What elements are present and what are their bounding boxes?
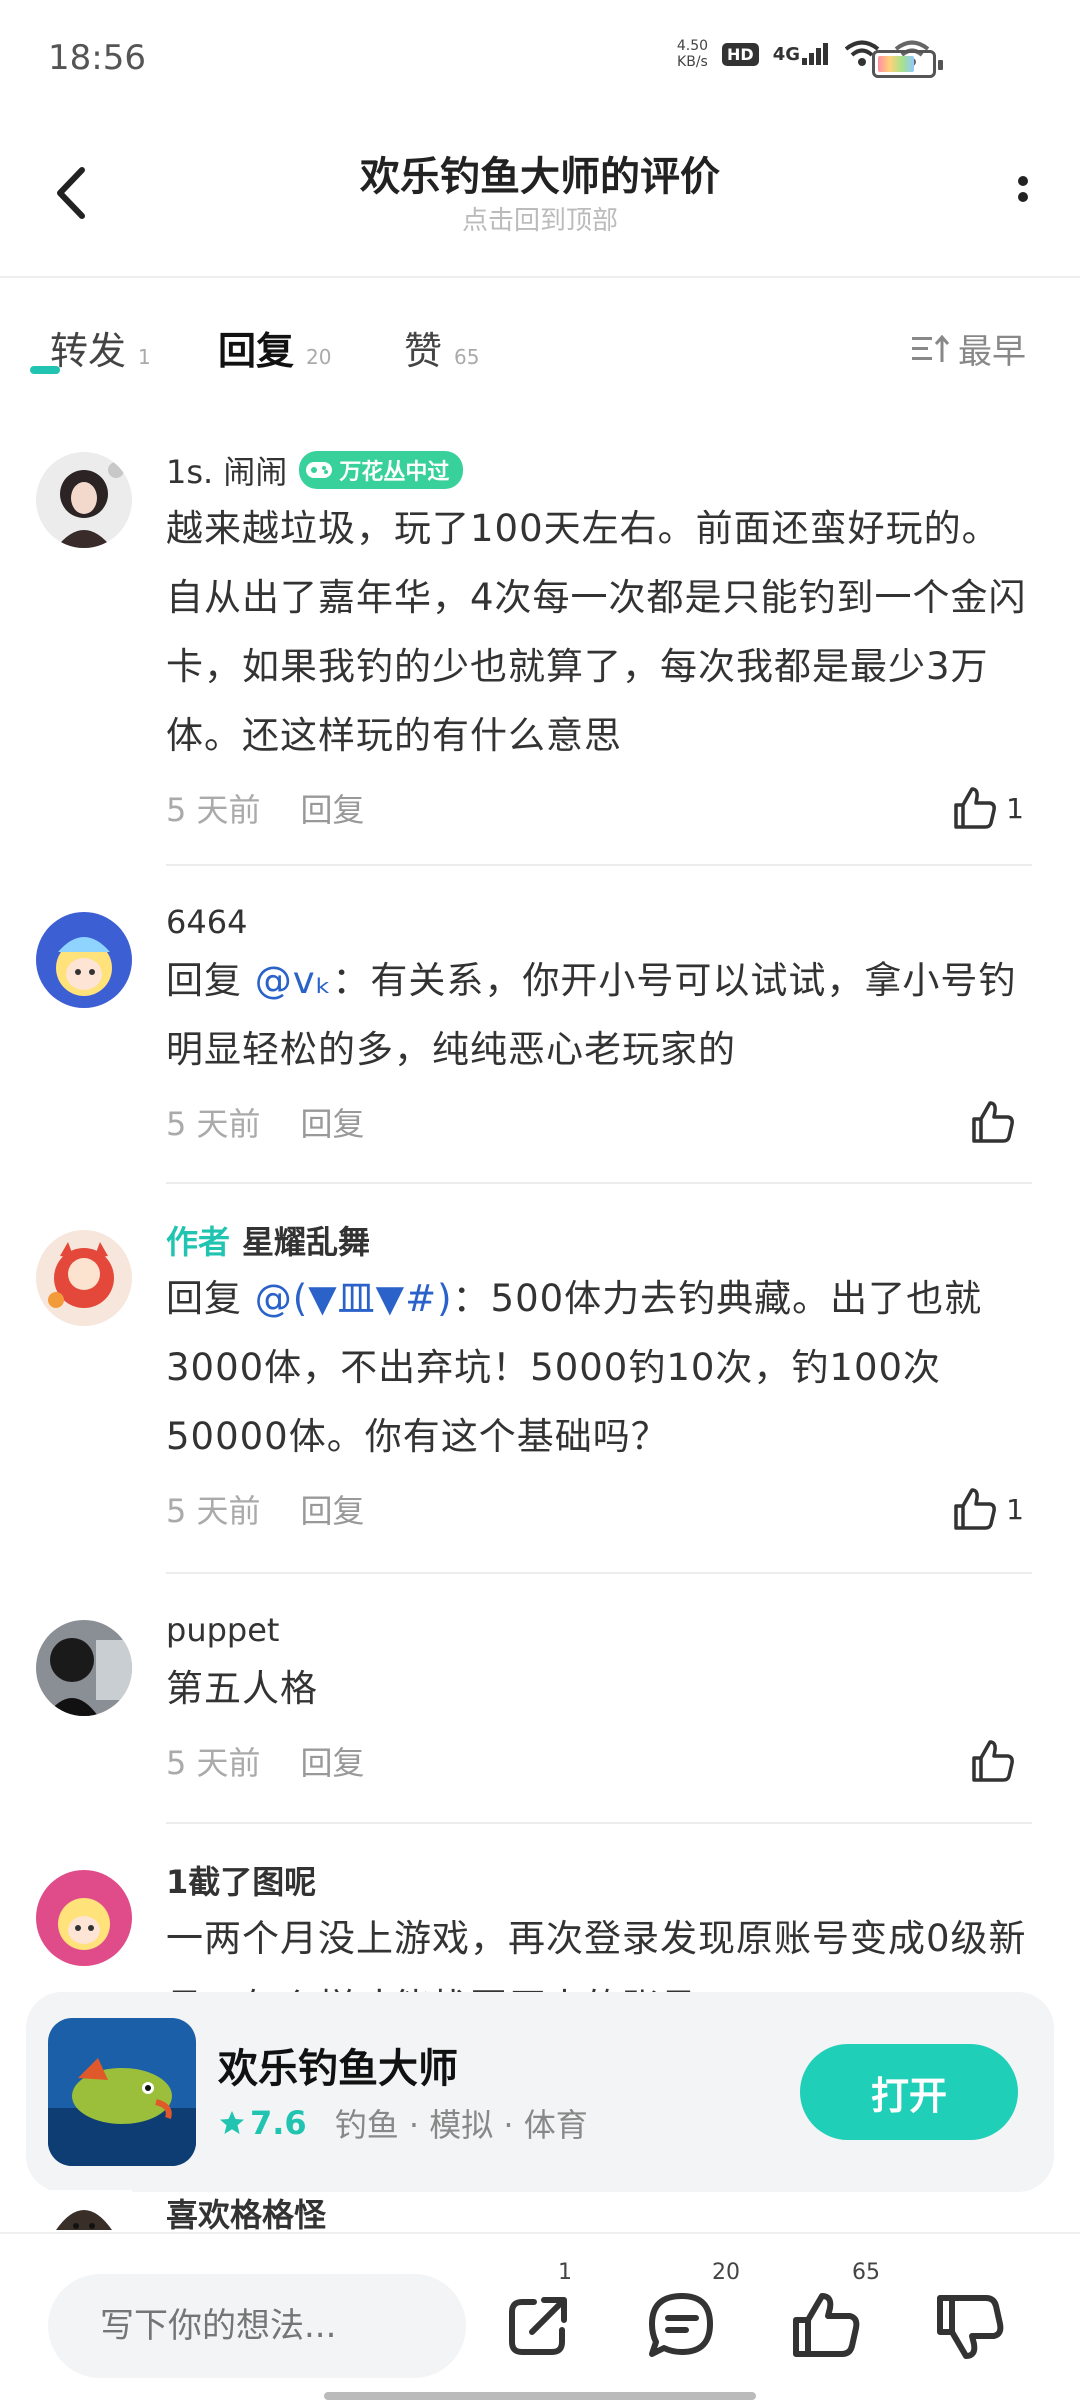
avatar[interactable] — [36, 1870, 132, 1966]
dislike-button[interactable] — [930, 2286, 1010, 2366]
share-icon — [509, 2297, 567, 2355]
comment-author[interactable]: 喜欢格格怪 — [166, 2190, 326, 2230]
comment-author[interactable]: 1s. 闹闹 — [166, 447, 287, 493]
comment-text: 回复 @(▼皿▼#)：500体力去钓典藏。出了也就3000体，不出弃坑！5000… — [166, 1277, 983, 1458]
divider — [166, 1572, 1032, 1574]
divider — [166, 1182, 1032, 1184]
comment-icon — [649, 2293, 713, 2357]
comment-text: 一两个月没上游戏，再次登录发现原账号变成0级新号，怎么样才能找回原来的账号 — [166, 1917, 1027, 1992]
app-card[interactable]: 欢乐钓鱼大师 7.6 钓鱼 · 模拟 · 体育 打开 — [26, 1992, 1054, 2192]
comment-button[interactable]: 20 — [642, 2260, 740, 2366]
comment-author[interactable]: 1截了图呢 — [166, 1857, 316, 1903]
like-button[interactable]: 1 — [950, 783, 1024, 833]
battery-level — [878, 56, 914, 72]
reply-button[interactable]: 回复 — [301, 1738, 365, 1784]
avatar[interactable] — [36, 452, 132, 548]
comment-text: 第五人格 — [166, 1667, 318, 1710]
share-count: 1 — [558, 2260, 572, 2285]
comment-time: 5 天前 — [166, 1744, 261, 1782]
star-icon — [220, 2111, 244, 2134]
tab-replies[interactable]: 回复 20 — [218, 320, 331, 375]
thumbs-up-icon — [954, 787, 997, 829]
comment-input[interactable] — [48, 2274, 466, 2378]
thumbs-up-icon — [954, 1488, 997, 1530]
comment-item: 1截了图呢 一两个月没上游戏，再次登录发现原账号变成0级新号，怎么样才能找回原来… — [0, 1856, 1080, 1992]
app-name[interactable]: 欢乐钓鱼大师 — [218, 2036, 458, 2094]
avatar[interactable] — [36, 1620, 132, 1716]
scroll-to-top-hint[interactable]: 点击回到顶部 — [0, 200, 1080, 237]
app-rating: 7.6 — [218, 2104, 307, 2142]
comment-time: 5 天前 — [166, 791, 261, 829]
comment-time: 5 天前 — [166, 1105, 261, 1143]
comment-text: 越来越垃圾，玩了100天左右。前面还蛮好玩的。自从出了嘉年华，4次每一次都是只能… — [166, 507, 1027, 757]
like-button[interactable] — [968, 1736, 1024, 1786]
status-bar: 18:56 4.50 KB/s HD 4G — [0, 0, 1080, 110]
author-tag: 作者 — [166, 1223, 231, 1261]
header: 欢乐钓鱼大师的评价 点击回到顶部 — [0, 110, 1080, 278]
reply-button[interactable]: 回复 — [301, 1486, 365, 1532]
sort-icon — [912, 334, 950, 362]
comment-text: 回复 @ᴠₖ：有关系，你开小号可以试试，拿小号钓明显轻松的多，纯纯恶心老玩家的 — [166, 959, 1017, 1071]
divider — [166, 1822, 1032, 1824]
sort-button[interactable]: 最早 — [910, 324, 1026, 373]
thumbs-down-icon — [937, 2295, 1004, 2359]
divider — [166, 864, 1032, 866]
app-meta: 7.6 钓鱼 · 模拟 · 体育 — [218, 2100, 588, 2146]
like-count: 65 — [852, 2260, 880, 2285]
reply-button[interactable]: 回复 — [301, 1099, 365, 1145]
app-tags: 钓鱼 · 模拟 · 体育 — [334, 2106, 588, 2144]
avatar[interactable] — [36, 2190, 132, 2230]
more-options-button[interactable] — [1008, 170, 1038, 220]
like-button[interactable]: 1 — [950, 1484, 1024, 1534]
thumbs-up-icon — [793, 2293, 860, 2357]
thumbs-up-icon — [972, 1740, 1014, 1782]
tab-likes[interactable]: 赞 65 — [404, 320, 479, 375]
app-icon[interactable] — [48, 2018, 196, 2166]
avatar[interactable] — [36, 1230, 132, 1326]
status-time: 18:56 — [48, 38, 146, 78]
net-speed: 4.50 KB/s — [676, 38, 709, 70]
signal-icon: 4G — [773, 43, 830, 65]
more-dots-icon — [1018, 176, 1028, 186]
like-button[interactable]: 65 — [786, 2260, 880, 2366]
like-count: 1 — [1006, 791, 1024, 825]
reply-button[interactable]: 回复 — [301, 785, 365, 831]
avatar[interactable] — [36, 912, 132, 1008]
mention-link[interactable]: @ᴠₖ — [255, 959, 333, 1002]
comment-time: 5 天前 — [166, 1492, 261, 1530]
comment-tabs: 转发 1 回复 20 赞 65 最早 — [0, 310, 1080, 390]
comment-count: 20 — [712, 2260, 740, 2285]
tab-forward[interactable]: 转发 1 — [50, 320, 151, 375]
comment-author[interactable]: 星耀乱舞 — [242, 1217, 370, 1263]
comment-author[interactable]: 6464 — [166, 903, 247, 941]
home-indicator[interactable] — [324, 2392, 756, 2400]
mention-link[interactable]: @(▼皿▼#) — [255, 1277, 453, 1320]
user-badge: 万花丛中过 — [299, 451, 464, 489]
comment-author[interactable]: puppet — [166, 1611, 279, 1649]
page-title[interactable]: 欢乐钓鱼大师的评价 — [0, 144, 1080, 202]
bottom-action-bar: 1 20 65 — [0, 2232, 1080, 2408]
gamepad-icon — [306, 462, 333, 478]
tab-active-indicator — [30, 366, 60, 374]
open-app-button[interactable]: 打开 — [800, 2044, 1018, 2140]
share-button[interactable]: 1 — [498, 2260, 578, 2366]
battery-icon — [872, 50, 943, 78]
like-count: 1 — [1006, 1492, 1024, 1526]
like-button[interactable] — [968, 1097, 1024, 1147]
thumbs-up-icon — [972, 1101, 1014, 1143]
hd-icon: HD — [722, 42, 759, 66]
